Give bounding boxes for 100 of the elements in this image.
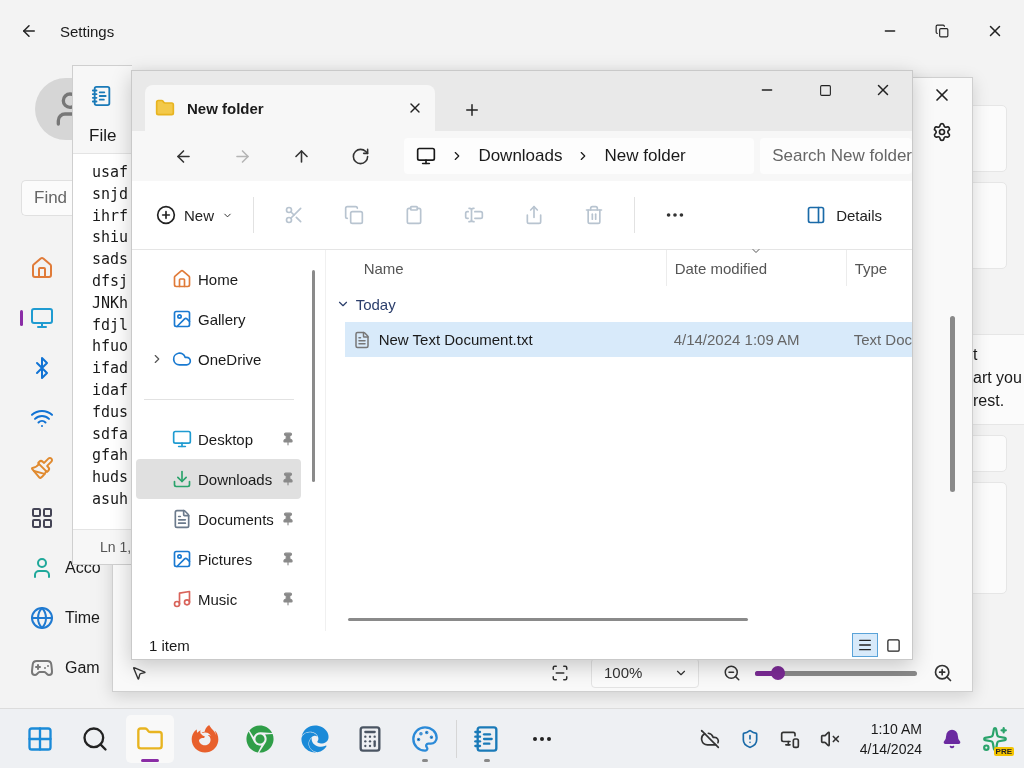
- fit-icon[interactable]: [551, 663, 569, 682]
- square-icon: [885, 637, 901, 653]
- copilot-button[interactable]: PRE: [978, 721, 1012, 756]
- plus-icon: [156, 205, 176, 225]
- details-button[interactable]: Details: [806, 205, 882, 225]
- text-line: snjd: [92, 183, 129, 205]
- search-icon: [81, 724, 109, 753]
- download-icon: [172, 469, 192, 489]
- text-line: JNKh: [92, 292, 129, 314]
- home-icon: [30, 256, 54, 280]
- text-line: fdus: [92, 401, 129, 423]
- column-header[interactable]: Type: [845, 250, 912, 286]
- windows-icon: [26, 724, 54, 753]
- apps-icon: [30, 506, 54, 530]
- panel-icon: [806, 205, 827, 225]
- text-line: fdjl: [92, 314, 129, 336]
- breadcrumb-item[interactable]: Downloads: [478, 146, 563, 166]
- date-text: 4/14/2024 1:09 AM: [673, 331, 800, 348]
- brush-icon: [30, 456, 54, 480]
- palette-icon: [411, 724, 439, 753]
- settings-icon[interactable]: [932, 122, 952, 142]
- description-text: t: [973, 345, 978, 365]
- pin-icon[interactable]: [281, 472, 296, 486]
- text-line: sdfa: [92, 423, 129, 445]
- text-line: dfsj: [92, 271, 129, 292]
- text-line: sads: [92, 249, 129, 271]
- picture-icon: [172, 549, 192, 569]
- item-count: 1 item: [149, 636, 190, 654]
- text-line: gfah: [92, 445, 129, 467]
- restore-icon[interactable]: [935, 24, 949, 38]
- home-icon: [172, 269, 192, 289]
- monitor-icon: [30, 306, 54, 330]
- description-text: rest.: [973, 391, 1005, 411]
- folder-icon: [136, 724, 164, 753]
- group-header[interactable]: Today: [355, 295, 396, 313]
- text-file-icon: [352, 330, 371, 349]
- chrome-icon: [246, 724, 274, 753]
- scrollbar[interactable]: [311, 270, 315, 482]
- text-line: ifad: [92, 358, 129, 380]
- breadcrumb-item[interactable]: New folder: [604, 146, 686, 166]
- pin-icon[interactable]: [281, 552, 296, 566]
- nav-item[interactable]: Downloads: [136, 459, 302, 499]
- nav-item[interactable]: Music: [136, 579, 302, 619]
- new-button[interactable]: New: [146, 199, 243, 231]
- nav-item[interactable]: Home: [136, 259, 302, 299]
- back-icon[interactable]: [20, 22, 38, 40]
- nav-item[interactable]: Desktop: [136, 419, 302, 459]
- nav-item[interactable]: Gallery: [136, 299, 302, 339]
- computer-icon: [416, 146, 437, 166]
- column-header[interactable]: Name: [325, 250, 666, 286]
- text-line: ihrf: [92, 205, 129, 227]
- pin-icon[interactable]: [281, 512, 296, 526]
- file-row[interactable]: New Text Document.txt 4/14/2024 1:09 AM Text Doc: [344, 322, 912, 357]
- music-icon: [172, 589, 192, 609]
- nav-item[interactable]: Pictures: [136, 539, 302, 579]
- maximize-icon[interactable]: [818, 83, 832, 97]
- nav-item[interactable]: Time: [0, 593, 100, 643]
- text-line: asuh: [92, 488, 129, 510]
- text-line: hfuo: [92, 336, 129, 358]
- plus-icon[interactable]: [463, 101, 481, 119]
- status-text: Ln 1,: [100, 539, 132, 555]
- document-icon: [172, 509, 192, 529]
- pointer-icon[interactable]: [131, 664, 147, 681]
- window-title: Settings: [60, 22, 115, 40]
- type-text: Text Doc: [853, 331, 912, 348]
- column-header[interactable]: Date modified: [665, 250, 846, 286]
- pin-icon[interactable]: [281, 592, 296, 606]
- scrollbar[interactable]: [347, 618, 748, 621]
- taskbar-button[interactable]: [126, 714, 174, 763]
- cloud-off-icon[interactable]: [699, 728, 720, 749]
- tab[interactable]: New folder: [145, 85, 435, 131]
- text-line: shiu: [92, 227, 129, 249]
- pin-icon[interactable]: [281, 432, 296, 446]
- folder-icon: [155, 98, 175, 118]
- more-icon: [533, 736, 551, 741]
- nav-item[interactable]: Documents: [136, 499, 302, 539]
- mute-icon[interactable]: [819, 728, 840, 749]
- notepad-icon: [91, 85, 113, 107]
- details-view-button[interactable]: [852, 633, 878, 657]
- text-line: usaf: [92, 162, 129, 183]
- monitor-icon: [172, 429, 192, 449]
- search-field[interactable]: Find: [21, 180, 72, 216]
- edge-icon: [301, 724, 329, 753]
- bell-icon[interactable]: [942, 728, 962, 749]
- list-icon: [857, 637, 873, 653]
- notepad-icon: [473, 724, 501, 753]
- nav-item[interactable]: Gam: [0, 643, 100, 693]
- description-text: art you: [973, 368, 1022, 388]
- zoom-in-icon[interactable]: [933, 662, 953, 683]
- text-line: idaf: [92, 379, 129, 401]
- address-bar[interactable]: Downloads New folder: [404, 138, 755, 174]
- globe-icon: [30, 606, 54, 630]
- zoom-out-icon[interactable]: [723, 663, 741, 682]
- nav-item[interactable]: OneDrive: [136, 339, 302, 379]
- clock[interactable]: 1:10 AM 4/14/2024: [859, 718, 922, 759]
- menu-item[interactable]: File: [89, 126, 117, 146]
- cloud-icon: [172, 349, 192, 369]
- zoom-slider[interactable]: [755, 665, 917, 680]
- refresh-icon[interactable]: [351, 146, 371, 166]
- search-field[interactable]: Search New folder: [760, 138, 912, 174]
